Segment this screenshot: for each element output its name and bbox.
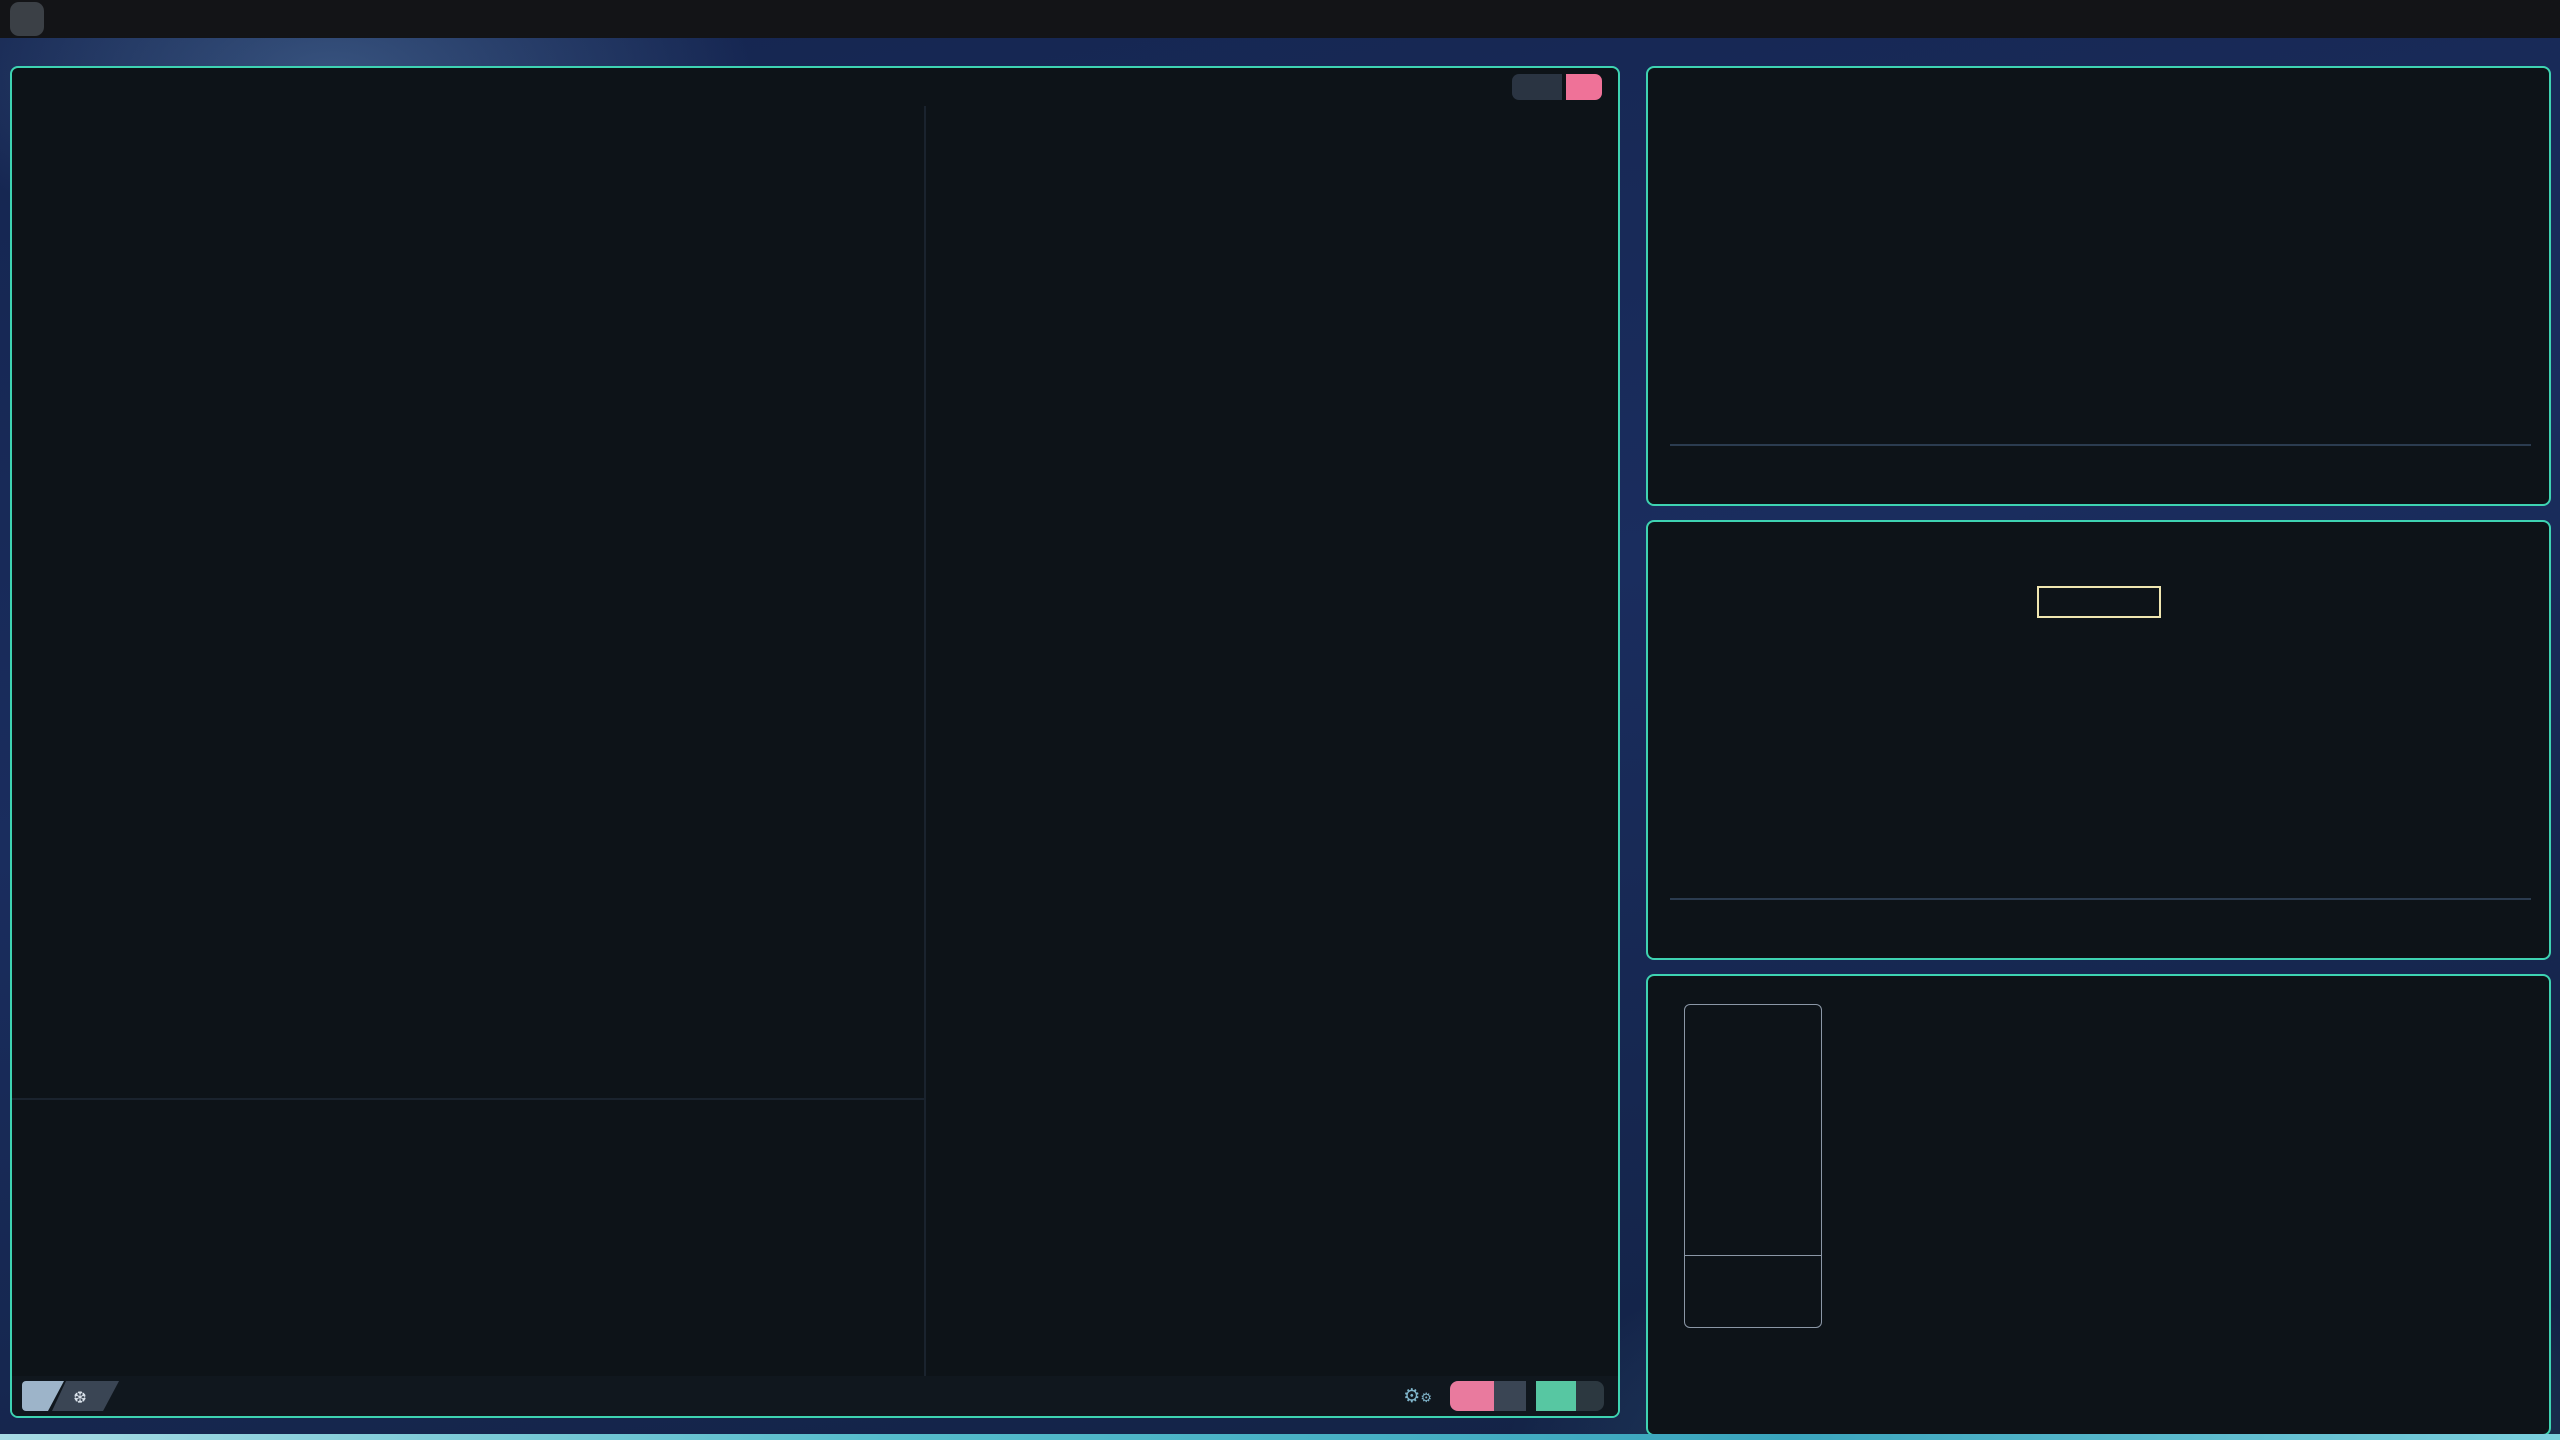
- left-split: [12, 106, 926, 1376]
- editor-tab-bar: [12, 68, 1618, 106]
- now-playing-mid: [1666, 912, 2531, 946]
- gear-icon: ⚙⚙: [1403, 1385, 1432, 1407]
- launcher-button[interactable]: [10, 2, 44, 36]
- separator-top: [1666, 432, 2531, 458]
- separator-line: [1670, 444, 2531, 446]
- separator-mid: [1666, 886, 2531, 912]
- eye-toggle-button[interactable]: [1512, 74, 1562, 100]
- code-pane-iso-image[interactable]: [926, 106, 1618, 1376]
- fetch-divider: [1685, 1255, 1821, 1256]
- statusline: ❆ ⚙⚙: [12, 1376, 1618, 1416]
- audio-visualizer: [1666, 80, 2531, 428]
- window-close-button[interactable]: [1566, 74, 1602, 100]
- top-bar: [0, 0, 2560, 38]
- wallpaper-bottom-strip: [0, 1434, 2560, 1440]
- digital-clock: [2037, 586, 2161, 618]
- statusline-right: ⚙⚙: [1403, 1381, 1604, 1411]
- now-playing-top: [1666, 458, 2531, 492]
- scroll-percent: [1576, 1381, 1604, 1411]
- lines-icon: [1536, 1381, 1576, 1411]
- folder-icon: [1450, 1381, 1494, 1411]
- nix-snowflake-icon: ❆: [74, 1384, 86, 1408]
- scroll-percent-segment: [1536, 1381, 1604, 1411]
- code-pane-flake[interactable]: [12, 106, 924, 1098]
- lsp-status: ⚙⚙: [1403, 1385, 1440, 1407]
- code-pane-pkgs-default[interactable]: [12, 1100, 924, 1376]
- project-label: [1494, 1381, 1526, 1411]
- separator-line: [1670, 898, 2531, 900]
- file-segment: ❆: [52, 1381, 119, 1411]
- project-segment: [1450, 1381, 1526, 1411]
- terminal-window[interactable]: [1646, 974, 2551, 1436]
- window-controls: [1512, 74, 1602, 100]
- fetch-label-box: [1684, 1004, 1822, 1328]
- editor-window: ❆ ⚙⚙: [10, 66, 1620, 1418]
- visualizer-window: [1646, 66, 2551, 506]
- clock-window: [1646, 520, 2551, 960]
- editor-splits: [12, 106, 1618, 1376]
